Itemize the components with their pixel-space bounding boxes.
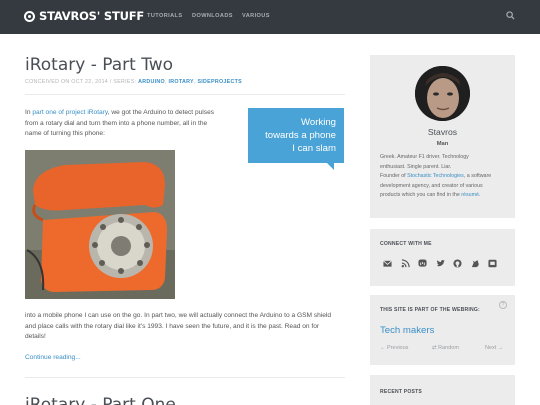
twitter-icon[interactable] — [436, 259, 445, 268]
pull-quote-line: Working — [300, 117, 336, 128]
post-title[interactable]: iRotary - Part Two — [25, 55, 173, 75]
logo-icon — [24, 10, 35, 22]
search-icon[interactable] — [506, 11, 515, 20]
bio-text: Greek. Amateur F1 driver. Technology — [380, 154, 469, 160]
webring-next-link[interactable]: Next → — [485, 345, 503, 351]
next-label: Next — [485, 345, 497, 351]
nav-tutorials[interactable]: TUTORIALS — [147, 13, 183, 19]
github-icon[interactable] — [453, 259, 462, 268]
divider — [25, 94, 345, 95]
post-date: CONCEIVED ON OCT 22, 2014 / SERIES: — [25, 79, 137, 85]
site-logo[interactable]: STAVROS' STUFF — [24, 9, 144, 23]
continue-reading-link[interactable]: Continue reading... — [25, 354, 81, 361]
random-label: Random — [438, 345, 459, 351]
post-excerpt: into a mobile phone I can use on the go.… — [25, 311, 345, 343]
arrow-right-icon: → — [496, 345, 504, 351]
arrow-left-icon: ← — [380, 345, 388, 351]
bio-text: products which you can find in the — [380, 192, 462, 198]
bio-text: , a software — [463, 173, 492, 179]
bio-text: Founder of — [380, 173, 408, 179]
recent-posts-title: RECENT POSTS — [380, 389, 423, 395]
excerpt-text: into a mobile phone I can use on the go.… — [25, 312, 332, 319]
bio-text: enthusiast. Single parent. Liar. — [380, 163, 452, 170]
logo-text: STAVROS' STUFF — [39, 9, 145, 23]
webring-previous-link[interactable]: ← Previous — [380, 345, 408, 351]
part-one-link[interactable]: part one of project iRotary — [32, 109, 107, 116]
intro-text: from a rotary dial and turn them into a … — [25, 119, 208, 127]
mastodon-icon[interactable] — [418, 259, 427, 268]
chat-icon[interactable] — [488, 259, 497, 268]
tag-arduino[interactable]: ARDUINO — [138, 79, 165, 85]
nav-various[interactable]: VARIOUS — [242, 13, 270, 19]
pull-quote: Working towards a phone I can slam — [248, 108, 344, 170]
profile-role: Man — [436, 141, 449, 147]
webring-name-link[interactable]: Tech makers — [380, 325, 434, 336]
connect-card — [370, 229, 515, 286]
webring-random-link[interactable]: ⇄ Random — [432, 345, 459, 351]
intro-text: name of turning this phone: — [25, 130, 105, 137]
bio-text: development agency, and creator of vario… — [380, 182, 483, 189]
profile-name: Stavros — [427, 127, 458, 137]
tag-irotary[interactable]: IROTARY — [169, 79, 194, 85]
intro-text: , we got the Arduino to detect pulses — [107, 109, 215, 116]
webring-title: THIS SITE IS PART OF THE WEBRING: — [380, 307, 480, 313]
post-intro: In part one of project iRotary, we got t… — [25, 108, 240, 140]
email-icon[interactable] — [383, 259, 392, 268]
resume-link[interactable]: résumé — [461, 192, 479, 198]
rss-icon[interactable] — [401, 259, 410, 268]
help-icon[interactable]: ? — [499, 301, 507, 309]
keybase-icon[interactable] — [471, 259, 480, 268]
rotary-phone-image — [25, 150, 175, 299]
pull-quote-line: towards a phone — [265, 130, 336, 141]
divider — [25, 377, 345, 378]
avatar — [415, 66, 470, 121]
connect-title: CONNECT WITH ME — [380, 241, 432, 247]
profile-bio: Greek. Amateur F1 driver. Technology ent… — [380, 153, 510, 201]
excerpt-text: details! — [25, 333, 46, 340]
stochastic-link[interactable]: Stochastic Technologies — [407, 173, 464, 179]
previous-label: Previous — [387, 345, 409, 351]
bio-text: . — [478, 192, 481, 198]
excerpt-text: and place calls with the rotary dial lik… — [25, 322, 320, 330]
nav-downloads[interactable]: DOWNLOADS — [192, 13, 233, 19]
post-meta: CONCEIVED ON OCT 22, 2014 / SERIES: ARDU… — [25, 79, 242, 85]
tag-sideprojects[interactable]: SIDEPROJECTS — [197, 79, 242, 85]
pull-quote-line: I can slam — [292, 143, 336, 154]
next-post-title[interactable]: iRotary - Part One — [25, 395, 176, 405]
